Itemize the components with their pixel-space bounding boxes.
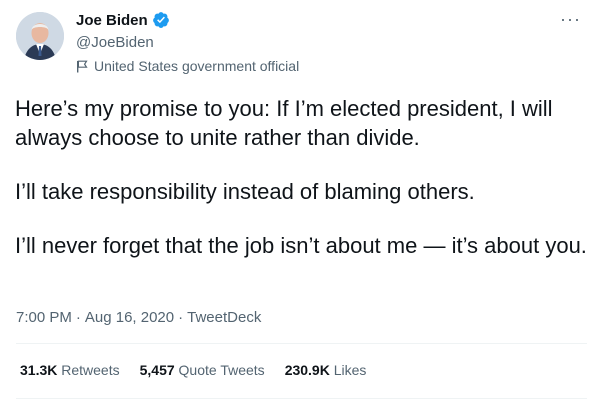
author-handle[interactable]: @JoeBiden <box>76 34 154 51</box>
retweets-label: Retweets <box>61 362 120 378</box>
tweet-paragraph: I’ll take responsibility instead of blam… <box>15 179 475 204</box>
divider <box>16 343 587 344</box>
quote-tweets-label: Quote Tweets <box>178 362 265 378</box>
tweet-card: Joe Biden @JoeBiden United States govern… <box>0 0 603 404</box>
quote-tweets-stat[interactable]: 5,457 Quote Tweets <box>140 362 265 378</box>
meta-separator: · <box>178 309 184 326</box>
tweet-stats: 31.3K Retweets 5,457 Quote Tweets 230.9K… <box>20 362 366 378</box>
meta-separator: · <box>75 309 81 326</box>
likes-count: 230.9K <box>284 362 330 378</box>
government-label-text: United States government official <box>94 58 300 74</box>
tweet-meta: 7:00 PM · Aug 16, 2020 · TweetDeck <box>16 309 261 326</box>
likes-stat[interactable]: 230.9K Likes <box>285 362 367 378</box>
tweet-date[interactable]: Aug 16, 2020 <box>85 309 174 326</box>
flag-icon <box>77 60 88 72</box>
more-icon[interactable]: ··· <box>560 10 581 28</box>
avatar-image <box>16 12 64 60</box>
tweet-paragraph: I’ll never forget that the job isn’t abo… <box>15 233 587 258</box>
quote-tweets-count: 5,457 <box>139 362 175 378</box>
retweets-stat[interactable]: 31.3K Retweets <box>20 362 120 378</box>
verified-badge-icon <box>152 12 169 28</box>
tweet-time[interactable]: 7:00 PM <box>16 309 72 326</box>
avatar[interactable] <box>16 12 64 60</box>
author-name[interactable]: Joe Biden <box>76 11 170 29</box>
divider <box>16 398 587 399</box>
likes-label: Likes <box>333 362 367 378</box>
tweet-paragraph: Here’s my promise to you: If I’m elected… <box>15 96 553 150</box>
author-name-text: Joe Biden <box>76 11 148 29</box>
retweets-count: 31.3K <box>20 362 58 378</box>
government-label[interactable]: United States government official <box>76 58 299 74</box>
tweet-source[interactable]: TweetDeck <box>187 309 261 326</box>
tweet-text: Here’s my promise to you: If I’m elected… <box>15 94 590 285</box>
